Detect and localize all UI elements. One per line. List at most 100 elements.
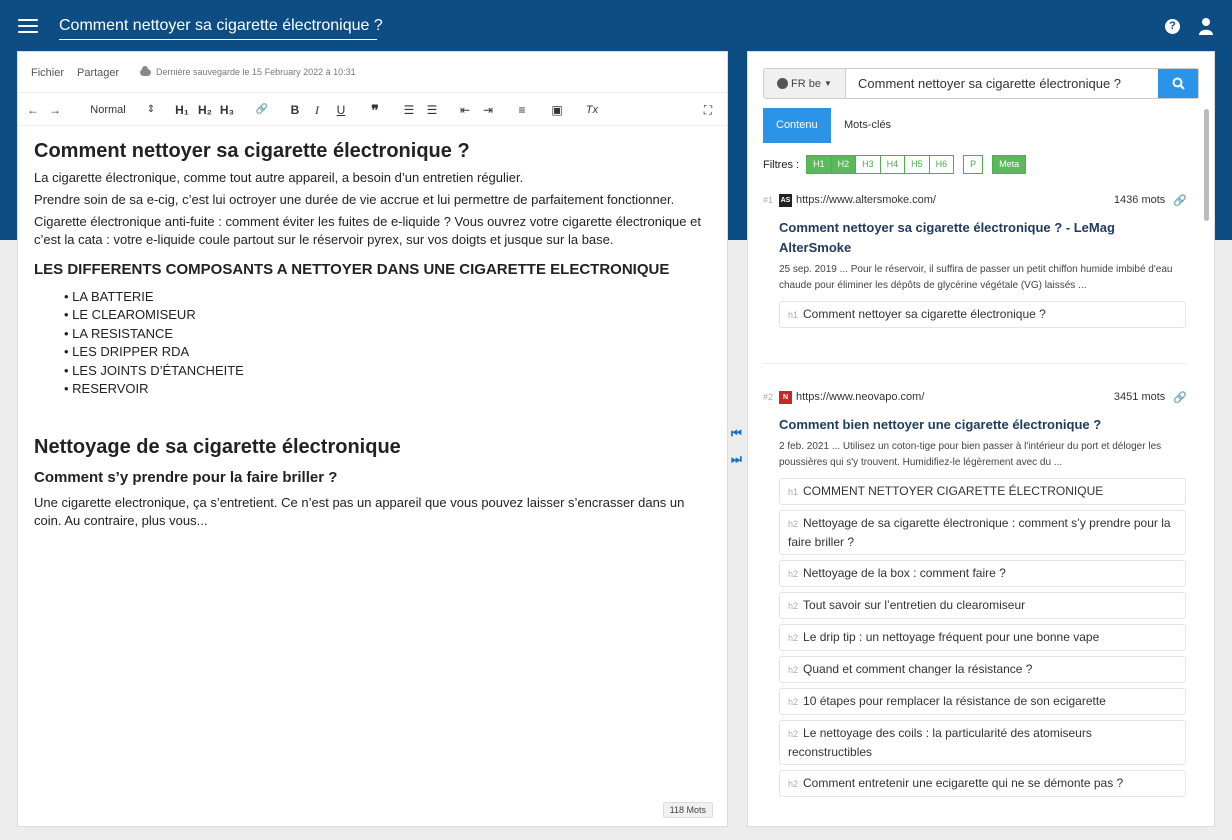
heading-text: Comment nettoyer sa cigarette électroniq… [803,307,1046,321]
align-icon[interactable]: ≡ [516,102,528,118]
editor-panel: Fichier Partager Dernière sauvegarde le … [17,51,728,827]
filter-h5[interactable]: H5 [904,155,930,174]
heading-tag: h2 [788,633,799,643]
heading-tag: h1 [788,487,799,497]
tab-content[interactable]: Contenu [763,108,831,143]
result-snippet: 25 sep. 2019 ... Pour le réservoir, il s… [779,264,1173,291]
doc-heading-1: Comment nettoyer sa cigarette électroniq… [34,140,470,162]
filter-h6[interactable]: H6 [928,155,955,174]
result-heading-item[interactable]: h2 Comment entretenir une ecigarette qui … [779,770,1186,797]
result-title[interactable]: Comment bien nettoyer une cigarette élec… [779,415,1187,435]
heading-text: Nettoyage de la box : comment faire ? [803,566,1006,580]
panel-toggle: ⏮ ⏭ [731,426,743,478]
result-heading-item[interactable]: h1 COMMENT NETTOYER CIGARETTE ÉLECTRONIQU… [779,478,1186,505]
result-header: #1 AS https://www.altersmoke.com/ 1436 m… [763,193,1187,207]
undo-icon[interactable]: ← [27,102,39,118]
result-title[interactable]: Comment nettoyer sa cigarette électroniq… [779,218,1187,258]
document-title[interactable]: Comment nettoyer sa cigarette électroniq… [59,14,383,40]
result-heading-item[interactable]: h1 Comment nettoyer sa cigarette électron… [779,301,1186,328]
bold-button[interactable]: B [290,102,300,118]
editor-menubar: Fichier Partager Dernière sauvegarde le … [18,52,727,92]
heading2-button[interactable]: H₂ [197,102,213,118]
doc-list-item: LES JOINTS D’ÉTANCHEITE [64,362,711,380]
link-icon[interactable]: 🔗 [255,102,269,118]
result-url[interactable]: https://www.neovapo.com/ [796,391,1114,403]
expand-panel-icon[interactable]: ⏭ [731,452,743,478]
result-url[interactable]: https://www.altersmoke.com/ [796,194,1114,206]
doc-paragraph: Prendre soin de sa e-cig, c’est lui octr… [34,192,675,207]
heading-tag: h2 [788,601,799,611]
menu-file[interactable]: Fichier [31,67,64,79]
style-select-arrows-icon: ⇕ [146,104,156,115]
underline-button[interactable]: U [335,102,347,118]
fullscreen-icon[interactable]: ⛶ [702,102,714,118]
paragraph-style-select[interactable]: Normal [88,102,128,118]
outdent-icon[interactable]: ⇤ [459,102,471,118]
doc-paragraph: Une cigarette electronique, ça s’entreti… [34,495,685,529]
help-icon[interactable]: ? [1165,19,1180,34]
editor-toolbar: ← → Normal ⇕ H₁ H₂ H₃ 🔗 B I U ❞ ☰ ☰ ⇤ ⇥ … [18,92,727,126]
result-snippet: 2 feb. 2021 ... Utilisez un coton-tige p… [779,441,1162,468]
globe-icon [777,78,789,89]
result-rank: #1 [763,195,774,205]
collapse-panel-icon[interactable]: ⏮ [731,426,743,452]
ordered-list-icon[interactable]: ☰ [403,102,415,118]
doc-paragraph: La cigarette électronique, comme tout au… [34,170,524,185]
heading-text: Le nettoyage des coils : la particularit… [788,726,1092,759]
italic-button[interactable]: I [312,102,322,118]
heading-tag: h2 [788,665,799,675]
filter-h3[interactable]: H3 [855,155,881,174]
serp-panel: FR be ▼ Contenu Mots-clés Filtres : H1 H… [747,51,1215,827]
filter-meta[interactable]: Meta [992,155,1027,174]
image-icon[interactable]: ▣ [551,102,563,118]
doc-list-item: LE CLEAROMISEUR [64,306,711,324]
bullet-list-icon[interactable]: ☰ [426,102,438,118]
clear-format-icon[interactable]: Tx [585,102,599,118]
result-word-count: 3451 mots [1113,391,1166,403]
menu-share[interactable]: Partager [77,67,119,79]
heading3-button[interactable]: H₃ [219,102,235,118]
redo-icon[interactable]: → [49,102,61,118]
heading-text: Comment entretenir une ecigarette qui ne… [803,776,1124,790]
result-heading-item[interactable]: h2 Le drip tip : un nettoyage fréquent po… [779,624,1186,651]
heading-tag: h2 [788,519,799,529]
heading-text: Quand et comment changer la résistance ? [803,662,1033,676]
doc-list-item: LA RESISTANCE [64,325,711,343]
filter-p[interactable]: P [963,155,984,174]
result-word-count: 1436 mots [1113,194,1166,206]
filter-h4[interactable]: H4 [879,155,906,174]
user-icon[interactable] [1198,17,1214,35]
search-button[interactable] [1158,69,1198,98]
quote-icon[interactable]: ❞ [369,102,381,118]
indent-icon[interactable]: ⇥ [482,102,494,118]
external-link-icon[interactable]: 🔗 [1173,391,1187,404]
result-heading-item[interactable]: h2 Nettoyage de sa cigarette électronique… [779,510,1186,555]
heading-tag: h2 [788,779,799,789]
language-label: FR be [791,77,822,90]
doc-heading-1-second: Nettoyage de sa cigarette électronique [34,436,401,459]
result-heading-item[interactable]: h2 Tout savoir sur l’entretien du clearom… [779,592,1186,619]
tab-keywords[interactable]: Mots-clés [831,108,904,143]
scrollbar[interactable] [1204,109,1209,221]
external-link-icon[interactable]: 🔗 [1173,194,1187,207]
doc-list: LA BATTERIE LE CLEAROMISEUR LA RESISTANC… [64,288,711,398]
site-favicon-icon: AS [779,193,792,207]
heading-filters: Filtres : H1 H2 H3 H4 H5 H6 P Meta [763,155,1027,174]
filter-h1[interactable]: H1 [806,155,832,174]
result-heading-item[interactable]: h2 Quand et comment changer la résistance… [779,656,1186,683]
doc-list-item: LES DRIPPER RDA [64,343,711,361]
save-status-text: Dernière sauvegarde le 15 February 2022 … [156,67,356,77]
heading1-button[interactable]: H₁ [174,102,190,118]
language-select[interactable]: FR be ▼ [764,69,846,98]
filter-h2[interactable]: H2 [830,155,857,174]
search-input[interactable] [846,69,1158,98]
doc-list-item: LA BATTERIE [64,288,711,306]
result-heading-item[interactable]: h2 Nettoyage de la box : comment faire ? [779,560,1186,587]
result-heading-item[interactable]: h2 Le nettoyage des coils : la particular… [779,720,1186,765]
editor-content[interactable]: Comment nettoyer sa cigarette électroniq… [18,126,727,548]
site-favicon-icon: N [779,390,792,404]
word-count-badge: 118 Mots [662,802,713,818]
hamburger-menu-icon[interactable] [18,16,38,36]
result-heading-item[interactable]: h2 10 étapes pour remplacer la résistance… [779,688,1186,715]
result-divider [763,363,1187,364]
